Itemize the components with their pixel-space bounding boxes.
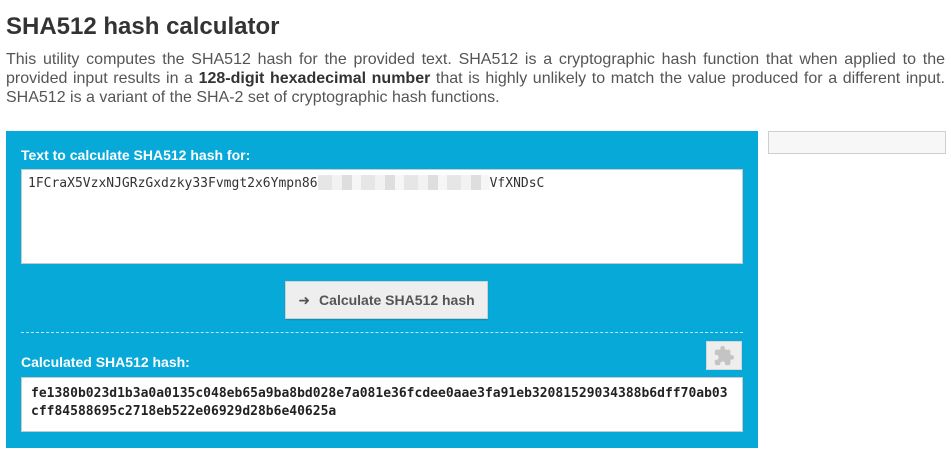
arrow-right-icon: ➜ xyxy=(298,291,311,308)
input-label: Text to calculate SHA512 hash for: xyxy=(21,147,251,163)
extension-button[interactable] xyxy=(706,341,742,370)
output-label: Calculated SHA512 hash: xyxy=(21,354,190,370)
text-input[interactable]: 1FCraX5VzxNJGRzGxdzky33Fvmgt2x6Ympn86 VfX… xyxy=(21,169,743,264)
hash-output[interactable]: fe1380b023d1b3a0a0135c048eb65a9ba8bd028e… xyxy=(21,377,743,432)
section-divider xyxy=(21,332,743,333)
hash-calculator-panel: Text to calculate SHA512 hash for: 1FCra… xyxy=(6,131,758,448)
input-value-start: 1FCraX5VzxNJGRzGxdzky33Fvmgt2x6Ympn86 xyxy=(28,176,318,191)
input-value-end: VfXNDsC xyxy=(489,176,545,191)
calculate-button-label: Calculate SHA512 hash xyxy=(319,292,475,308)
intro-emphasis: 128-digit hexadecimal number xyxy=(198,70,431,87)
page-title: SHA512 hash calculator xyxy=(6,13,280,40)
intro-paragraph: This utility computes the SHA512 hash fo… xyxy=(6,50,945,107)
redacted-text xyxy=(317,175,490,190)
calculate-button[interactable]: ➜ Calculate SHA512 hash xyxy=(285,281,488,319)
puzzle-icon xyxy=(714,345,735,365)
side-box xyxy=(768,131,946,154)
